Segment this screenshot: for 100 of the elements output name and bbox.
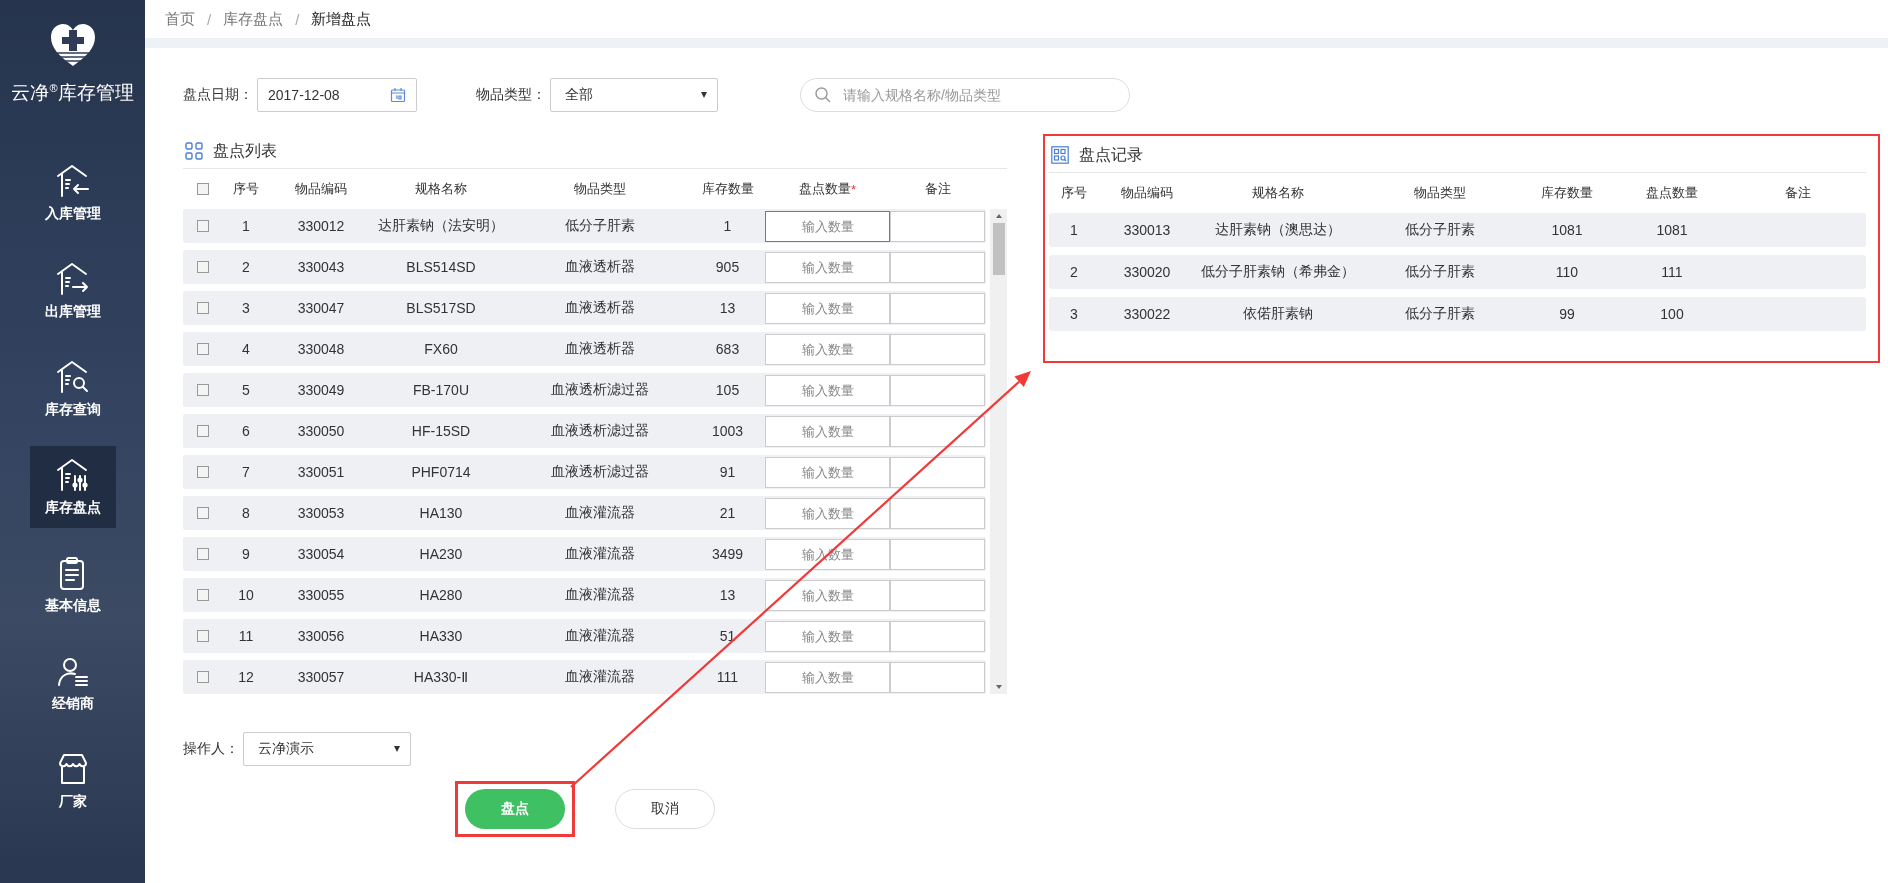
checkbox[interactable]	[197, 671, 209, 683]
count-input[interactable]: 输入数量	[765, 333, 890, 365]
table-cell: 1	[242, 218, 250, 234]
table-cell: 3	[242, 300, 250, 316]
remark-input[interactable]	[890, 579, 985, 611]
table-cell: 4	[242, 341, 250, 357]
count-input[interactable]: 输入数量	[765, 661, 890, 693]
table-cell: 330022	[1123, 306, 1171, 322]
sidebar-item[interactable]: 库存查询	[29, 348, 116, 430]
table-cell: 21	[719, 505, 736, 521]
sidebar-item[interactable]: 厂家	[29, 740, 116, 822]
count-input[interactable]: 输入数量	[765, 292, 890, 324]
table-cell: FX60	[424, 341, 458, 357]
count-input[interactable]: 输入数量	[765, 251, 890, 283]
required-mark: *	[850, 181, 857, 197]
checkbox[interactable]	[197, 466, 209, 478]
scrollbar[interactable]	[990, 209, 1007, 694]
table-cell: 低分子肝素	[1405, 305, 1475, 323]
section-title: 盘点记录	[1079, 144, 1143, 165]
checkbox[interactable]	[197, 384, 209, 396]
grid-icon	[185, 142, 203, 160]
operator-dropdown[interactable]: 云净演示	[243, 732, 411, 766]
house-sliders-icon	[54, 457, 91, 493]
table-cell: 330056	[297, 628, 345, 644]
table-cell: 低分子肝素	[1405, 221, 1475, 239]
breadcrumb-link[interactable]: 库存盘点	[223, 9, 284, 29]
table-cell: 100	[1660, 306, 1684, 322]
table-cell: 达肝素钠（澳思达）	[1215, 221, 1341, 239]
breadcrumb-link[interactable]: 首页	[165, 9, 195, 29]
count-input[interactable]: 输入数量	[765, 210, 890, 242]
column-header: 盘点数量	[1646, 184, 1698, 202]
column-header: 物品类型	[1414, 184, 1466, 202]
table-cell: 330050	[297, 423, 345, 439]
remark-input[interactable]	[890, 620, 985, 652]
search-field[interactable]: 请输入规格名称/物品类型	[800, 78, 1130, 112]
remark-input[interactable]	[890, 333, 985, 365]
table-cell: 11	[238, 628, 254, 644]
sidebar-item[interactable]: 基本信息	[29, 544, 116, 626]
sidebar-item[interactable]: 入库管理	[29, 152, 116, 234]
table-cell: 血液灌流器	[564, 668, 635, 686]
count-input[interactable]: 输入数量	[765, 620, 890, 652]
section-title: 盘点列表	[213, 140, 277, 161]
column-header: 备注	[1784, 184, 1811, 202]
table-cell: 13	[719, 587, 736, 603]
sidebar-item[interactable]: 库存盘点	[29, 446, 116, 528]
table-cell: PHF0714	[411, 464, 471, 480]
column-header: 库存数量	[1541, 184, 1593, 202]
table-cell: HA130	[419, 505, 463, 521]
column-header: 备注	[925, 180, 951, 198]
remark-input[interactable]	[890, 661, 985, 693]
breadcrumb-current: 新增盘点	[311, 9, 372, 29]
table-cell: 110	[1555, 264, 1579, 280]
table-cell: 9	[242, 546, 250, 562]
remark-input[interactable]	[890, 292, 985, 324]
table-cell: 6	[242, 423, 250, 439]
count-input[interactable]: 输入数量	[765, 456, 890, 488]
remark-input[interactable]	[890, 374, 985, 406]
checkbox[interactable]	[197, 589, 209, 601]
table-cell: 1081	[1551, 222, 1583, 238]
table-cell: 5	[242, 382, 250, 398]
count-input[interactable]: 输入数量	[765, 579, 890, 611]
column-header: 盘点数量	[798, 180, 851, 198]
table-cell: HA280	[419, 587, 463, 603]
remark-input[interactable]	[890, 538, 985, 570]
remark-input[interactable]	[890, 251, 985, 283]
table-cell: 905	[715, 259, 740, 275]
sidebar-item[interactable]: 经销商	[29, 642, 116, 724]
count-input[interactable]: 输入数量	[765, 497, 890, 529]
checkbox[interactable]	[197, 425, 209, 437]
table-cell: 2	[1070, 264, 1078, 280]
remark-input[interactable]	[890, 415, 985, 447]
heart-cross-logo-icon	[48, 22, 97, 68]
type-dropdown[interactable]: 全部	[550, 78, 718, 112]
sidebar-item[interactable]: 出库管理	[29, 250, 116, 332]
checkbox[interactable]	[197, 343, 209, 355]
remark-input[interactable]	[890, 497, 985, 529]
field-label: 操作人：	[183, 740, 239, 758]
column-header: 物品编码	[295, 180, 347, 198]
cancel-button[interactable]: 取消	[615, 789, 715, 829]
checkbox[interactable]	[197, 302, 209, 314]
checkbox[interactable]	[197, 261, 209, 273]
checkbox[interactable]	[197, 548, 209, 560]
table-cell: 111	[716, 669, 739, 685]
checkbox[interactable]	[197, 630, 209, 642]
checkbox[interactable]	[197, 183, 209, 195]
count-input[interactable]: 输入数量	[765, 415, 890, 447]
table-cell: HF-15SD	[411, 423, 471, 439]
table-cell: 血液透析器	[564, 340, 635, 358]
checkbox[interactable]	[197, 507, 209, 519]
table-cell: 51	[719, 628, 736, 644]
checkbox[interactable]	[197, 220, 209, 232]
table-cell: 血液透析滤过器	[550, 422, 649, 440]
breadcrumb-separator: /	[207, 10, 212, 28]
count-input[interactable]: 输入数量	[765, 374, 890, 406]
remark-input[interactable]	[890, 210, 985, 242]
remark-input[interactable]	[890, 456, 985, 488]
table-cell: 1	[723, 218, 732, 234]
table-cell: 683	[715, 341, 740, 357]
table-cell: 低分子肝素	[564, 217, 635, 235]
date-field[interactable]: 2017-12-08	[257, 78, 417, 112]
